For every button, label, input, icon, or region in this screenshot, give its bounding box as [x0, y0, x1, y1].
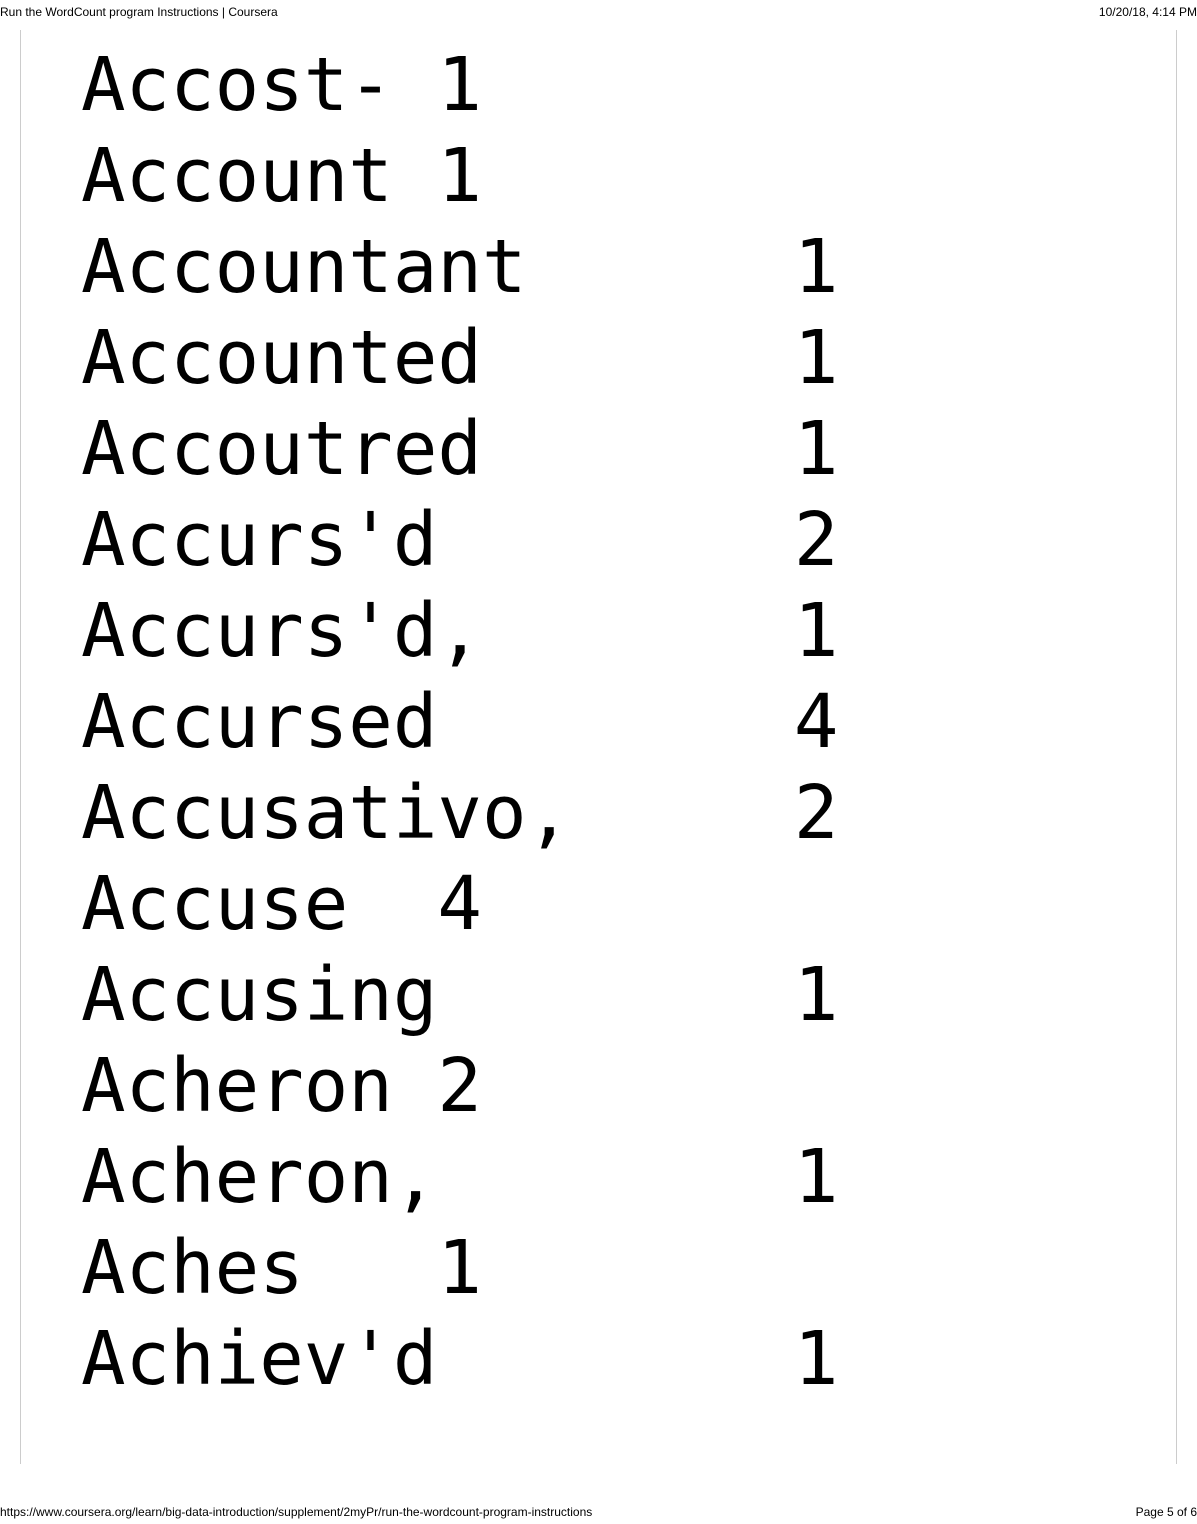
word-count-line: Accusativo, 2	[81, 768, 1116, 859]
word-count-line: Accurs'd 2	[81, 495, 1116, 586]
page-header-title: Run the WordCount program Instructions |…	[0, 5, 278, 19]
word-count-line: Accuse 4	[81, 859, 1116, 950]
word-count-line: Accurs'd, 1	[81, 586, 1116, 677]
word-count-line: Accusing 1	[81, 950, 1116, 1041]
word-count-line: Accountant 1	[81, 222, 1116, 313]
word-count-line: Acheron 2	[81, 1041, 1116, 1132]
word-count-line: Aches 1	[81, 1223, 1116, 1314]
word-count-line: Achiev'd 1	[81, 1314, 1116, 1405]
page-footer-url: https://www.coursera.org/learn/big-data-…	[0, 1505, 592, 1519]
word-count-line: Accounted 1	[81, 313, 1116, 404]
word-count-line: Acheron, 1	[81, 1132, 1116, 1223]
page-footer-pagination: Page 5 of 6	[1136, 1505, 1197, 1519]
word-count-line: Accost- 1	[81, 40, 1116, 131]
word-count-line: Accursed 4	[81, 677, 1116, 768]
word-count-line: Account 1	[81, 131, 1116, 222]
page-header-timestamp: 10/20/18, 4:14 PM	[1099, 5, 1197, 19]
word-count-line: Accoutred 1	[81, 404, 1116, 495]
content-container: Accost- 1 Account 1 Accountant 1 Account…	[20, 30, 1177, 1464]
